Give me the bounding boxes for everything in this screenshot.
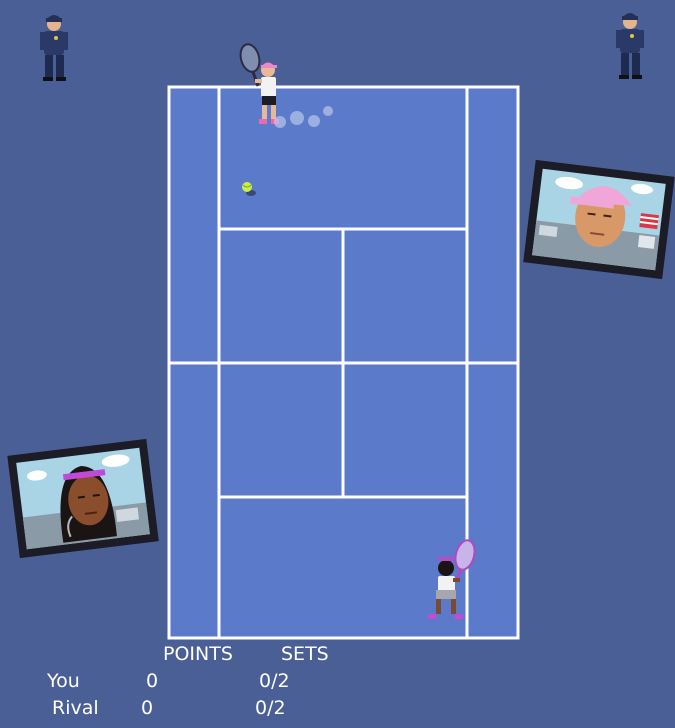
- security-guard-right-icon: [616, 13, 644, 79]
- jumbotron-right: [523, 159, 675, 280]
- you-label: You: [47, 670, 80, 692]
- security-guard-left-icon: [40, 15, 68, 81]
- rival-sets: 0/2: [255, 697, 286, 719]
- you-sets: 0/2: [259, 670, 290, 692]
- rival-points: 0: [141, 697, 154, 719]
- sets-header: SETS: [281, 643, 329, 665]
- rival-label: Rival: [52, 697, 99, 719]
- jumbotron-left: [7, 438, 159, 559]
- points-header: POINTS: [163, 643, 233, 665]
- you-points: 0: [146, 670, 159, 692]
- game-canvas: [7, 13, 675, 640]
